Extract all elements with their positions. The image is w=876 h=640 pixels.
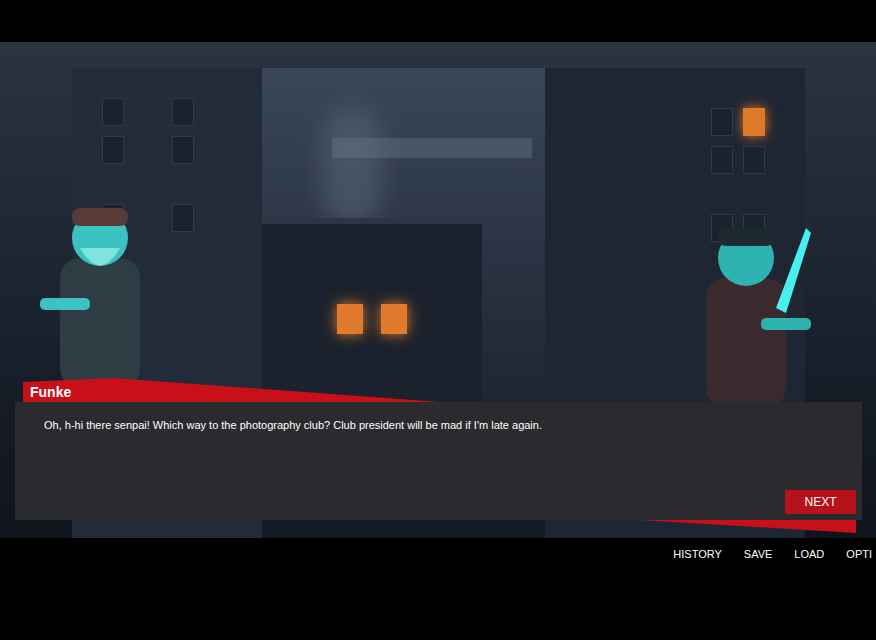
window (102, 98, 124, 126)
window (711, 108, 733, 136)
smoke (322, 108, 382, 228)
window (172, 98, 194, 126)
menu-button[interactable]: SAVE (744, 547, 773, 561)
old-man-character-icon (20, 188, 170, 388)
scene: Funke Oh, h-hi there senpai! Which way to… (0, 42, 876, 538)
building-windows (102, 98, 232, 164)
game-screen: Funke Oh, h-hi there senpai! Which way to… (0, 0, 876, 640)
window (102, 136, 124, 164)
dialogue-text: Oh, h-hi there senpai! Which way to the … (44, 418, 842, 432)
speaker-name: Funke (30, 385, 71, 399)
quick-menu: HISTORY SAVE LOAD OPTI (0, 538, 876, 561)
mustached-man-character-icon (666, 208, 816, 408)
building-windows (711, 108, 765, 174)
dialogue-box: Oh, h-hi there senpai! Which way to the … (15, 402, 862, 520)
next-button[interactable]: NEXT (785, 490, 856, 514)
window (711, 146, 733, 174)
menu-button[interactable]: LOAD (794, 547, 824, 561)
menu-button[interactable]: HISTORY (673, 547, 722, 561)
lit-window (381, 304, 407, 334)
window (172, 204, 194, 232)
window (172, 136, 194, 164)
menu-button[interactable]: OPTI (846, 547, 872, 561)
top-letterbox (0, 0, 876, 42)
window (743, 146, 765, 174)
window (743, 108, 765, 136)
lit-window (337, 304, 363, 334)
